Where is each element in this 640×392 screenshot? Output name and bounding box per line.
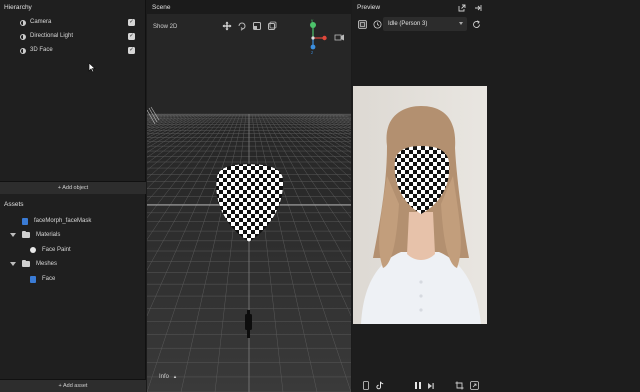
folder-icon (22, 230, 30, 238)
asset-item-label: Meshes (36, 261, 58, 267)
rect-tool-icon[interactable] (267, 21, 277, 31)
enabled-checkbox[interactable]: ✓ (128, 47, 135, 54)
face-mask-icon (22, 217, 28, 225)
chevron-down-icon[interactable] (10, 233, 16, 237)
hierarchy-item-label: 3D Face (30, 47, 53, 53)
refresh-icon[interactable] (472, 20, 481, 29)
gizmo-y-label: y (311, 18, 314, 23)
add-asset-button[interactable]: + Add asset (0, 379, 146, 392)
hierarchy-title: Hierarchy (4, 4, 32, 11)
preview-title: Preview (357, 4, 381, 11)
asset-item-label: Face (42, 276, 56, 282)
axis-gizmo-icon[interactable] (303, 20, 347, 56)
folder-icon (22, 259, 30, 267)
asset-item-face[interactable]: Face (30, 273, 55, 285)
person-image (353, 86, 487, 324)
scale-tool-icon[interactable] (252, 21, 262, 31)
hierarchy-item-3d-face[interactable]: 3D Face ✓ (0, 44, 146, 58)
clock-icon[interactable] (373, 20, 382, 29)
add-object-button[interactable]: + Add object (0, 181, 146, 194)
hierarchy-item-camera[interactable]: Camera ✓ (0, 16, 146, 30)
asset-item-facemorph[interactable]: faceMorph_faceMask (22, 215, 91, 227)
preview-video-frame[interactable] (353, 86, 487, 324)
preview-select-value: Idle (Person 3) (388, 21, 428, 27)
asset-item-label: Materials (36, 232, 61, 238)
info-toggle[interactable]: Info ▴ (159, 374, 176, 380)
rotate-tool-icon[interactable] (237, 21, 247, 31)
enabled-checkbox[interactable]: ✓ (128, 33, 135, 40)
layout-toggle-icon[interactable] (358, 20, 367, 29)
asset-item-label: faceMorph_faceMask (34, 218, 92, 224)
material-icon (30, 247, 36, 253)
chevron-down-icon (459, 22, 463, 25)
mesh-icon (30, 275, 36, 283)
step-forward-icon[interactable] (427, 382, 435, 390)
assets-title: Assets (4, 201, 24, 208)
asset-folder-meshes[interactable]: Meshes (10, 258, 57, 270)
open-external-icon[interactable] (458, 4, 466, 12)
pause-icon[interactable] (414, 381, 422, 390)
caret-up-icon: ▴ (173, 374, 177, 380)
mouse-cursor-icon (88, 62, 96, 73)
move-tool-icon[interactable] (222, 21, 232, 31)
phone-icon[interactable] (363, 381, 369, 390)
scene-grid (147, 106, 351, 392)
scene-viewport[interactable]: Show 2D y z Info ▴ (147, 14, 351, 392)
fullscreen-icon[interactable] (470, 381, 479, 390)
enabled-checkbox[interactable]: ✓ (128, 19, 135, 26)
preview-person-select[interactable]: Idle (Person 3) (383, 17, 467, 31)
collapse-panel-icon[interactable] (474, 4, 482, 12)
hierarchy-item-label: Directional Light (30, 33, 74, 39)
chevron-down-icon[interactable] (10, 262, 16, 266)
show-2d-toggle[interactable]: Show 2D (153, 24, 177, 30)
hierarchy-item-directional-light[interactable]: Directional Light ✓ (0, 30, 146, 44)
asset-item-face-paint[interactable]: Face Paint (30, 244, 71, 256)
asset-item-label: Face Paint (42, 247, 71, 253)
visibility-icon[interactable] (20, 34, 26, 40)
info-label: Info (159, 374, 170, 380)
gizmo-z-label: z (311, 50, 314, 55)
tiktok-icon[interactable] (376, 381, 384, 390)
visibility-icon[interactable] (20, 48, 26, 54)
crop-icon[interactable] (455, 381, 464, 390)
asset-folder-materials[interactable]: Materials (10, 229, 60, 241)
scene-title: Scene (152, 4, 171, 11)
hierarchy-item-label: Camera (30, 19, 52, 25)
visibility-icon[interactable] (20, 20, 26, 26)
left-panel: Hierarchy Camera ✓ Directional Light ✓ 3… (0, 0, 146, 392)
